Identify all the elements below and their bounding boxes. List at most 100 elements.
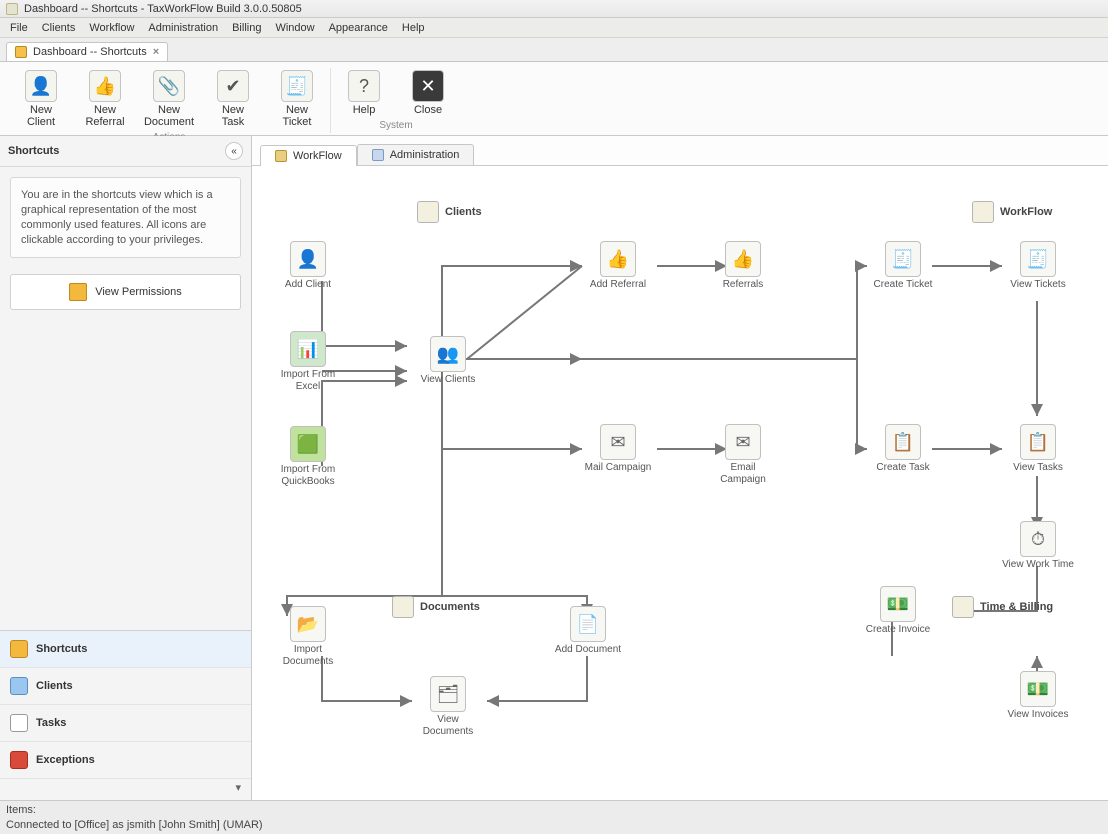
view-permissions-label: View Permissions — [95, 286, 182, 298]
sidebar-title: Shortcuts — [8, 145, 59, 157]
ribbon-close-button[interactable]: ✕ Close — [401, 68, 455, 118]
node-add-referral[interactable]: 👍 Add Referral — [582, 241, 654, 291]
section-workflow: WorkFlow — [972, 201, 1052, 223]
window-title: Dashboard -- Shortcuts - TaxWorkFlow Bui… — [24, 3, 302, 15]
content-tabs: WorkFlow Administration — [252, 136, 1108, 166]
doc-tab-label: Dashboard -- Shortcuts — [33, 46, 147, 58]
nav-shortcuts[interactable]: Shortcuts — [0, 631, 251, 668]
documents-section-icon — [392, 596, 414, 618]
view-permissions-button[interactable]: View Permissions — [10, 274, 241, 310]
mail-icon: ✉ — [600, 424, 636, 460]
section-documents: Documents — [392, 596, 480, 618]
node-view-documents[interactable]: 🗂 View Documents — [412, 676, 484, 737]
sidebar: Shortcuts « You are in the shortcuts vie… — [0, 136, 252, 800]
flow-arrows — [252, 166, 1108, 800]
workflow-canvas: Clients WorkFlow Documents Time & Billin… — [252, 166, 1108, 800]
ribbon-new-document-button[interactable]: 📎 NewDocument — [142, 68, 196, 130]
section-clients: Clients — [417, 201, 482, 223]
menu-bar: File Clients Workflow Administration Bil… — [0, 18, 1108, 38]
view-invoices-icon: 💵 — [1020, 671, 1056, 707]
document-tabstrip: Dashboard -- Shortcuts × — [0, 38, 1108, 62]
menu-billing[interactable]: Billing — [226, 20, 267, 36]
nav-clients[interactable]: Clients — [0, 668, 251, 705]
create-ticket-icon: 🧾 — [885, 241, 921, 277]
thumbs-up-icon: 👍 — [89, 70, 121, 102]
email-icon: ✉ — [725, 424, 761, 460]
add-client-icon: 👤 — [290, 241, 326, 277]
menu-file[interactable]: File — [4, 20, 34, 36]
status-items: Items: — [6, 803, 1102, 818]
node-view-tasks[interactable]: 📋 View Tasks — [1002, 424, 1074, 474]
doc-tab-icon — [15, 46, 27, 58]
menu-appearance[interactable]: Appearance — [323, 20, 394, 36]
add-doc-icon: 📄 — [570, 606, 606, 642]
person-add-icon: 👤 — [25, 70, 57, 102]
nav-tasks[interactable]: Tasks — [0, 705, 251, 742]
document-tab-shortcuts[interactable]: Dashboard -- Shortcuts × — [6, 42, 168, 61]
node-add-document[interactable]: 📄 Add Document — [552, 606, 624, 656]
quickbooks-icon: 🟩 — [290, 426, 326, 462]
lock-icon — [69, 283, 87, 301]
view-tasks-icon: 📋 — [1020, 424, 1056, 460]
ribbon-new-referral-button[interactable]: 👍 NewReferral — [78, 68, 132, 130]
menu-window[interactable]: Window — [269, 20, 320, 36]
workflow-tab-icon — [275, 150, 287, 162]
node-import-excel[interactable]: 📊 Import From Excel — [272, 331, 344, 392]
nav-more-caret[interactable]: ▾ — [0, 779, 251, 800]
paperclip-icon: 📎 — [153, 70, 185, 102]
sidebar-nav: Shortcuts Clients Tasks Exceptions ▾ — [0, 630, 251, 800]
excel-icon: 📊 — [290, 331, 326, 367]
tab-administration[interactable]: Administration — [357, 144, 475, 165]
node-create-invoice[interactable]: 💵 Create Invoice — [862, 586, 934, 636]
node-create-ticket[interactable]: 🧾 Create Ticket — [867, 241, 939, 291]
view-docs-icon: 🗂 — [430, 676, 466, 712]
app-icon — [6, 3, 18, 15]
node-view-worktime[interactable]: ⏱ View Work Time — [1002, 521, 1074, 571]
invoice-icon: 💵 — [880, 586, 916, 622]
status-bar: Items: Connected to [Office] as jsmith [… — [0, 800, 1108, 834]
ribbon-new-ticket-button[interactable]: 🧾 NewTicket — [270, 68, 324, 130]
nav-exceptions[interactable]: Exceptions — [0, 742, 251, 779]
tab-workflow[interactable]: WorkFlow — [260, 145, 357, 166]
clients-icon — [10, 677, 28, 695]
close-icon: ✕ — [412, 70, 444, 102]
tasks-icon — [10, 714, 28, 732]
view-clients-icon: 👥 — [430, 336, 466, 372]
menu-clients[interactable]: Clients — [36, 20, 82, 36]
ribbon: 👤 NewClient 👍 NewReferral 📎 NewDocument … — [0, 62, 1108, 136]
ticket-icon: 🧾 — [281, 70, 313, 102]
menu-workflow[interactable]: Workflow — [83, 20, 140, 36]
doc-tab-close-icon[interactable]: × — [153, 46, 159, 58]
node-view-tickets[interactable]: 🧾 View Tickets — [1002, 241, 1074, 291]
clock-icon: ⏱ — [1020, 521, 1056, 557]
sidebar-info: You are in the shortcuts view which is a… — [10, 177, 241, 258]
ribbon-new-task-button[interactable]: ✔ NewTask — [206, 68, 260, 130]
menu-administration[interactable]: Administration — [142, 20, 224, 36]
node-referrals[interactable]: 👍 Referrals — [707, 241, 779, 291]
exceptions-icon — [10, 751, 28, 769]
view-tickets-icon: 🧾 — [1020, 241, 1056, 277]
node-add-client[interactable]: 👤 Add Client — [272, 241, 344, 291]
sidebar-pin-button[interactable]: « — [225, 142, 243, 160]
create-task-icon: 📋 — [885, 424, 921, 460]
ribbon-new-client-button[interactable]: 👤 NewClient — [14, 68, 68, 130]
node-create-task[interactable]: 📋 Create Task — [867, 424, 939, 474]
referrals-icon: 👍 — [725, 241, 761, 277]
add-referral-icon: 👍 — [600, 241, 636, 277]
help-icon: ? — [348, 70, 380, 102]
clients-section-icon — [417, 201, 439, 223]
ribbon-group-actions: 👤 NewClient 👍 NewReferral 📎 NewDocument … — [8, 68, 331, 133]
menu-help[interactable]: Help — [396, 20, 431, 36]
node-mail-campaign[interactable]: ✉ Mail Campaign — [582, 424, 654, 474]
node-view-clients[interactable]: 👥 View Clients — [412, 336, 484, 386]
status-connection: Connected to [Office] as jsmith [John Sm… — [6, 818, 1102, 833]
title-bar: Dashboard -- Shortcuts - TaxWorkFlow Bui… — [0, 0, 1108, 18]
node-import-quickbooks[interactable]: 🟩 Import From QuickBooks — [272, 426, 344, 487]
ribbon-help-button[interactable]: ? Help — [337, 68, 391, 118]
sidebar-header: Shortcuts « — [0, 136, 251, 167]
node-email-campaign[interactable]: ✉ Email Campaign — [707, 424, 779, 485]
checklist-icon: ✔ — [217, 70, 249, 102]
timebilling-section-icon — [952, 596, 974, 618]
node-import-documents[interactable]: 📂 Import Documents — [272, 606, 344, 667]
node-view-invoices[interactable]: 💵 View Invoices — [1002, 671, 1074, 721]
